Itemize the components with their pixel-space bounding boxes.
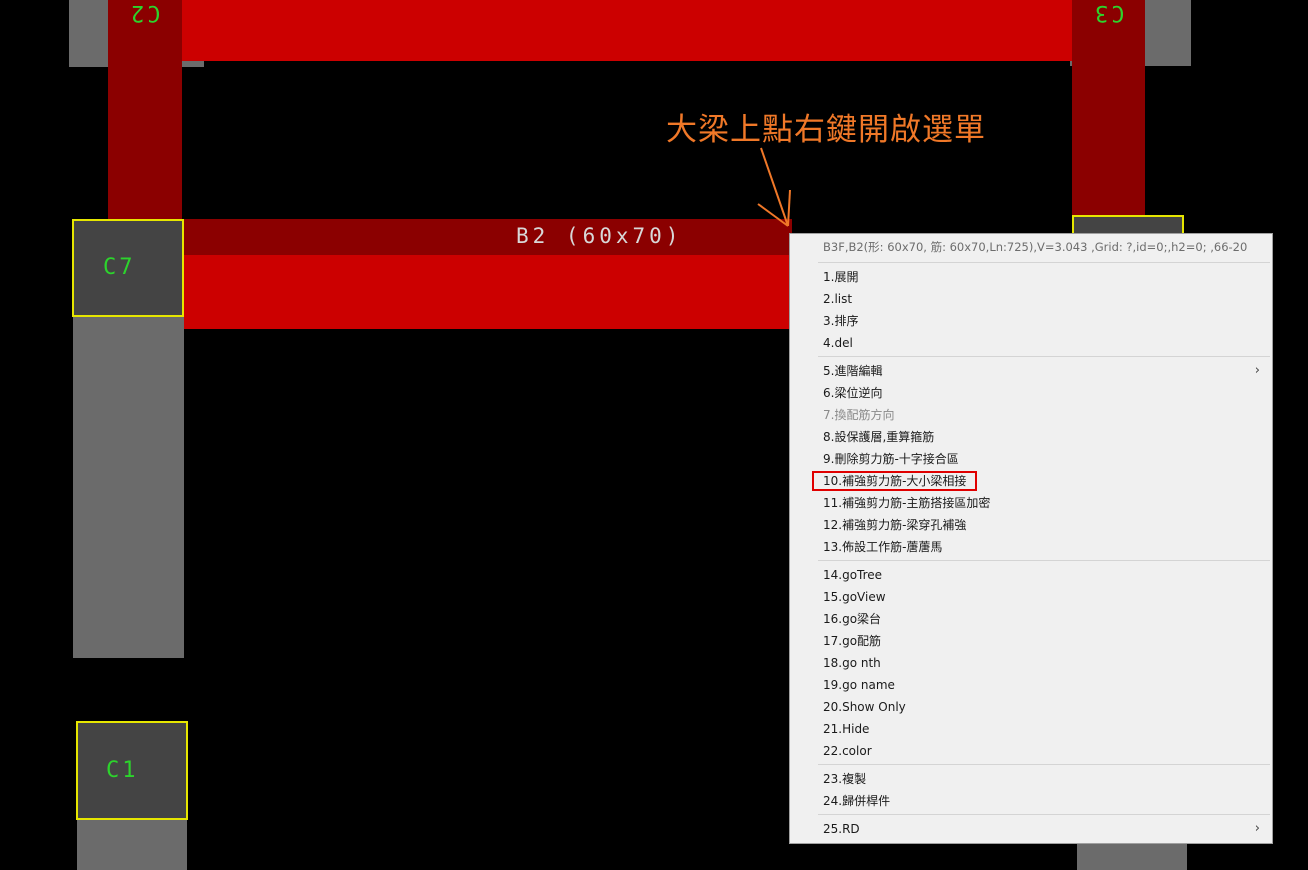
menu-separator [818, 262, 1270, 263]
menu-item-gotree[interactable]: 14.goTree [790, 564, 1272, 586]
menu-item-goview[interactable]: 15.goView [790, 586, 1272, 608]
beam-b2-label: B2 (60x70) [516, 224, 683, 248]
menu-item-go-nth[interactable]: 18.go nth [790, 652, 1272, 674]
menu-header: B3F,B2(形: 60x70, 筋: 60x70,Ln:725),V=3.04… [823, 240, 1248, 254]
column-c7-label: C7 [103, 255, 136, 280]
context-menu: B3F,B2(形: 60x70, 筋: 60x70,Ln:725),V=3.04… [789, 233, 1273, 844]
menu-separator [818, 560, 1270, 561]
beam-top[interactable] [182, 0, 1072, 61]
menu-item-reinforce-shear-beam-opening[interactable]: 12.補強剪力筋-梁穿孔補強 [790, 514, 1272, 536]
menu-item-work-rebar[interactable]: 13.佈設工作筋-蓎蓎馬 [790, 536, 1272, 558]
menu-item-beam-reverse[interactable]: 6.梁位逆向 [790, 382, 1272, 404]
beam-right-vertical[interactable] [1072, 0, 1145, 218]
beam-b2-top-strip[interactable] [182, 219, 792, 255]
column-c1-label: C1 [106, 758, 139, 783]
menu-item-expand[interactable]: 1.展開 [790, 266, 1272, 288]
menu-item-sort[interactable]: 3.排序 [790, 310, 1272, 332]
menu-item-label: 25.RD [823, 822, 860, 836]
column-below-c7[interactable] [73, 317, 184, 658]
menu-item-color[interactable]: 22.color [790, 740, 1272, 762]
menu-separator [818, 814, 1270, 815]
menu-item-reinforce-shear-beam-junction[interactable]: 10.補強剪力筋-大小梁相接 [790, 470, 1272, 492]
column-right-box[interactable] [1072, 215, 1184, 235]
menu-item-go-name[interactable]: 19.go name [790, 674, 1272, 696]
menu-item-list[interactable]: 2.list [790, 288, 1272, 310]
menu-item-copy[interactable]: 23.複製 [790, 768, 1272, 790]
menu-item-hide[interactable]: 21.Hide [790, 718, 1272, 740]
column-c2-label: C2 [128, 0, 161, 25]
beam-b2-body[interactable] [182, 255, 792, 329]
chevron-right-icon: › [1254, 363, 1260, 378]
menu-item-merge-members[interactable]: 24.歸併桿件 [790, 790, 1272, 812]
annotation-arrow [757, 147, 791, 227]
annotation-text: 大梁上點右鍵開啟選單 [666, 112, 986, 148]
menu-item-delete[interactable]: 4.del [790, 332, 1272, 354]
chevron-right-icon: › [1254, 821, 1260, 836]
menu-separator [818, 764, 1270, 765]
menu-item-label: 5.進階編輯 [823, 364, 883, 378]
column-right-bottom[interactable] [1077, 844, 1187, 870]
menu-item-go-rebar[interactable]: 17.go配筋 [790, 630, 1272, 652]
menu-item-swap-rebar-direction[interactable]: 7.換配筋方向 [790, 404, 1272, 426]
menu-item-advanced-edit[interactable]: 5.進階編輯 › [790, 360, 1272, 382]
menu-item-reinforce-shear-lap-zone[interactable]: 11.補強剪力筋-主筋搭接區加密 [790, 492, 1272, 514]
menu-item-delete-shear-rebar[interactable]: 9.刪除剪力筋-十字接合區 [790, 448, 1272, 470]
beam-left-vertical[interactable] [108, 0, 182, 220]
menu-item-show-only[interactable]: 20.Show Only [790, 696, 1272, 718]
menu-item-set-cover-recalc-stirrups[interactable]: 8.設保護層,重算箍筋 [790, 426, 1272, 448]
column-below-c1[interactable] [77, 820, 187, 870]
menu-item-go-beam-table[interactable]: 16.go梁台 [790, 608, 1272, 630]
menu-item-rd[interactable]: 25.RD › [790, 818, 1272, 840]
column-c3-label: C3 [1092, 0, 1125, 25]
menu-separator [818, 356, 1270, 357]
highlight-box [812, 471, 977, 491]
